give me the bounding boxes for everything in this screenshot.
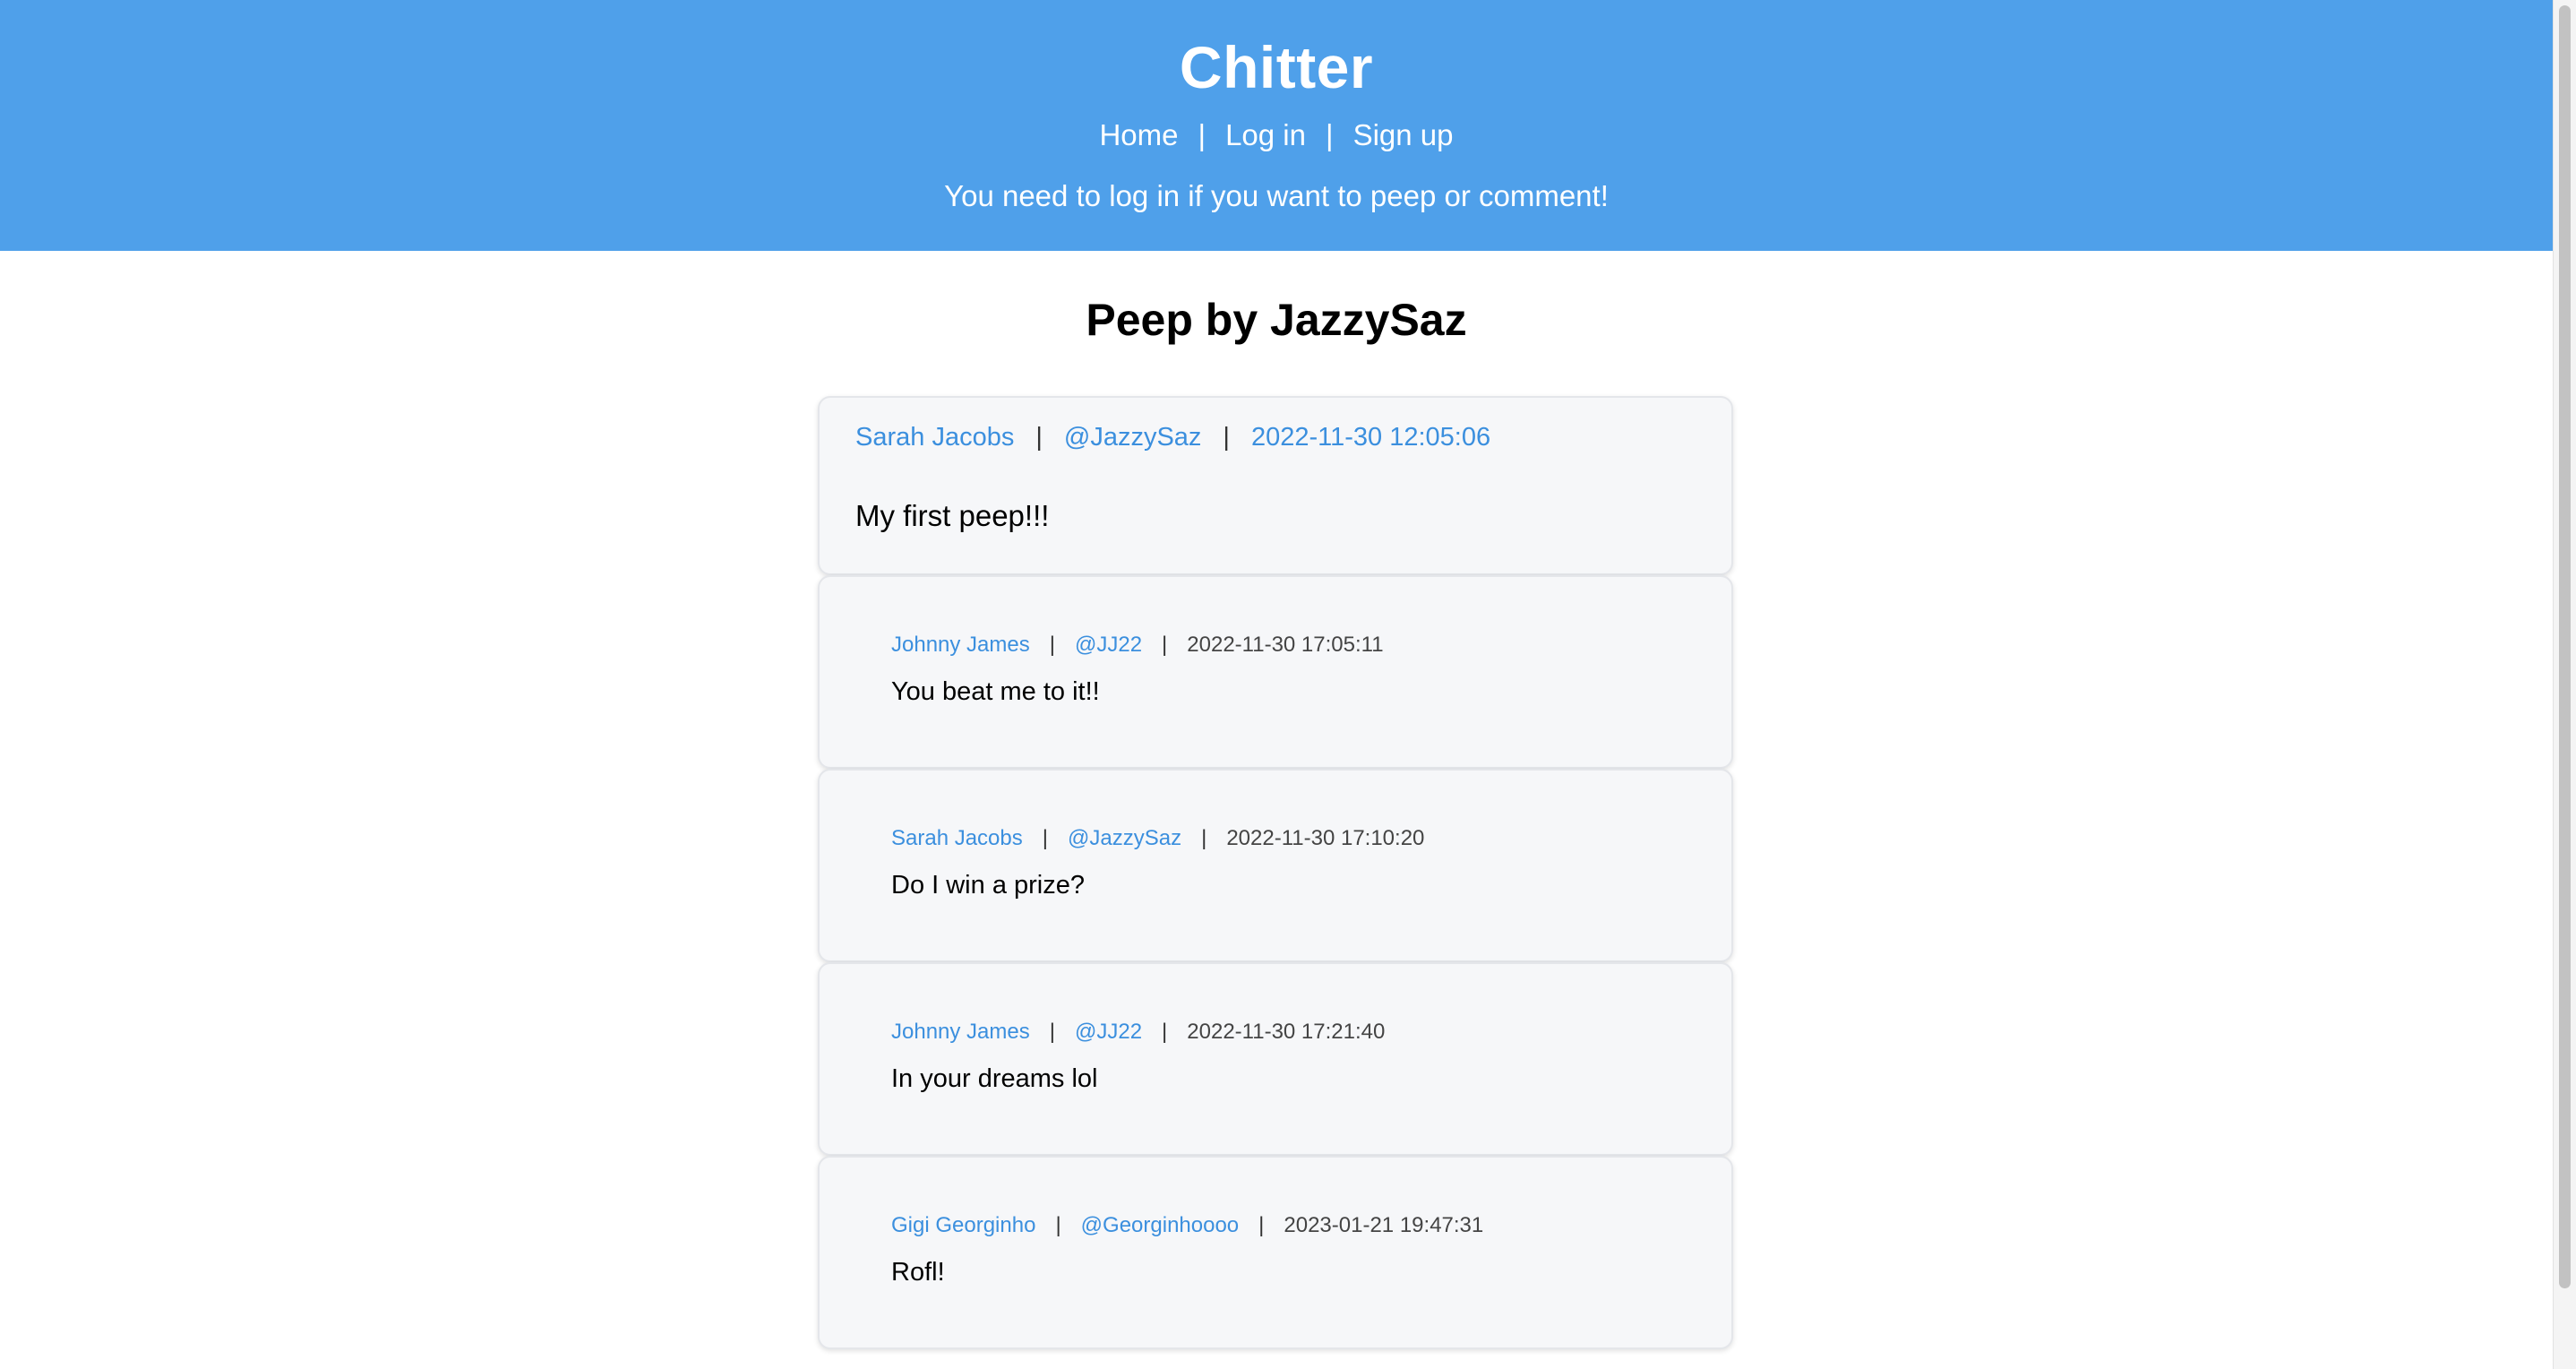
peep-author-handle[interactable]: @JazzySaz <box>1064 425 1202 451</box>
comment-author-name[interactable]: Sarah Jacobs <box>891 828 1023 849</box>
meta-separator: | <box>1162 633 1168 657</box>
comment-card: Johnny James | @JJ22 | 2022-11-30 17:05:… <box>818 575 1733 769</box>
peep-card: Sarah Jacobs | @JazzySaz | 2022-11-30 12… <box>818 396 1733 575</box>
comment-meta: Gigi Georginho | @Georginhoooo | 2023-01… <box>891 1215 1731 1236</box>
comment-timestamp: 2022-11-30 17:10:20 <box>1226 826 1425 850</box>
meta-separator: | <box>1162 1020 1168 1044</box>
peep-body: My first peep!!! <box>855 499 1050 532</box>
comment-author-name[interactable]: Gigi Georginho <box>891 1215 1035 1236</box>
comment-card: Gigi Georginho | @Georginhoooo | 2023-01… <box>818 1156 1733 1349</box>
comment-timestamp: 2022-11-30 17:05:11 <box>1187 633 1384 657</box>
peep-author-name[interactable]: Sarah Jacobs <box>855 425 1014 451</box>
peep-meta: Sarah Jacobs | @JazzySaz | 2022-11-30 12… <box>855 425 1731 451</box>
meta-separator: | <box>1042 826 1048 850</box>
meta-separator: | <box>1055 1213 1061 1237</box>
page-title: Peep by JazzySaz <box>1086 295 1467 345</box>
comment-timestamp: 2023-01-21 19:47:31 <box>1284 1213 1484 1237</box>
site-header: Chitter Home | Log in | Sign up You need… <box>0 0 2553 251</box>
login-notice: You need to log in if you want to peep o… <box>944 179 1609 212</box>
comment-author-name[interactable]: Johnny James <box>891 1021 1030 1043</box>
comment-card: Johnny James | @JJ22 | 2022-11-30 17:21:… <box>818 962 1733 1156</box>
site-brand: Chitter <box>1179 34 1374 100</box>
nav-signup-link[interactable]: Sign up <box>1353 120 1454 150</box>
page: Chitter Home | Log in | Sign up You need… <box>0 0 2553 1369</box>
meta-separator: | <box>1201 826 1207 850</box>
comment-body: Rofl! <box>891 1258 945 1287</box>
comment-author-handle[interactable]: @JJ22 <box>1075 1021 1142 1043</box>
main-nav: Home | Log in | Sign up <box>0 120 2553 150</box>
comment-author-handle[interactable]: @Georginhoooo <box>1081 1215 1239 1236</box>
comment-author-handle[interactable]: @JazzySaz <box>1068 828 1181 849</box>
meta-separator: | <box>1035 423 1043 452</box>
comment-author-handle[interactable]: @JJ22 <box>1075 634 1142 656</box>
scrollbar-thumb[interactable] <box>2559 5 2571 1288</box>
nav-separator: | <box>1198 118 1206 151</box>
meta-separator: | <box>1049 1020 1055 1044</box>
comment-meta: Johnny James | @JJ22 | 2022-11-30 17:21:… <box>891 1021 1731 1043</box>
comment-meta: Sarah Jacobs | @JazzySaz | 2022-11-30 17… <box>891 828 1731 849</box>
comment-body: Do I win a prize? <box>891 871 1085 900</box>
nav-separator: | <box>1326 118 1334 151</box>
meta-separator: | <box>1258 1213 1265 1237</box>
peep-timestamp-link[interactable]: 2022-11-30 12:05:06 <box>1251 425 1490 451</box>
comment-timestamp: 2022-11-30 17:21:40 <box>1187 1020 1386 1044</box>
browser-viewport: Chitter Home | Log in | Sign up You need… <box>0 0 2576 1369</box>
comment-author-name[interactable]: Johnny James <box>891 634 1030 656</box>
comment-body: In your dreams lol <box>891 1064 1098 1093</box>
vertical-scrollbar[interactable] <box>2553 0 2576 1369</box>
meta-separator: | <box>1223 423 1230 452</box>
comment-body: You beat me to it!! <box>891 677 1100 706</box>
comment-meta: Johnny James | @JJ22 | 2022-11-30 17:05:… <box>891 634 1731 656</box>
comment-card: Sarah Jacobs | @JazzySaz | 2022-11-30 17… <box>818 769 1733 962</box>
nav-home-link[interactable]: Home <box>1099 120 1178 150</box>
peep-thread: Sarah Jacobs | @JazzySaz | 2022-11-30 12… <box>818 396 1733 1349</box>
meta-separator: | <box>1049 633 1055 657</box>
nav-login-link[interactable]: Log in <box>1225 120 1306 150</box>
